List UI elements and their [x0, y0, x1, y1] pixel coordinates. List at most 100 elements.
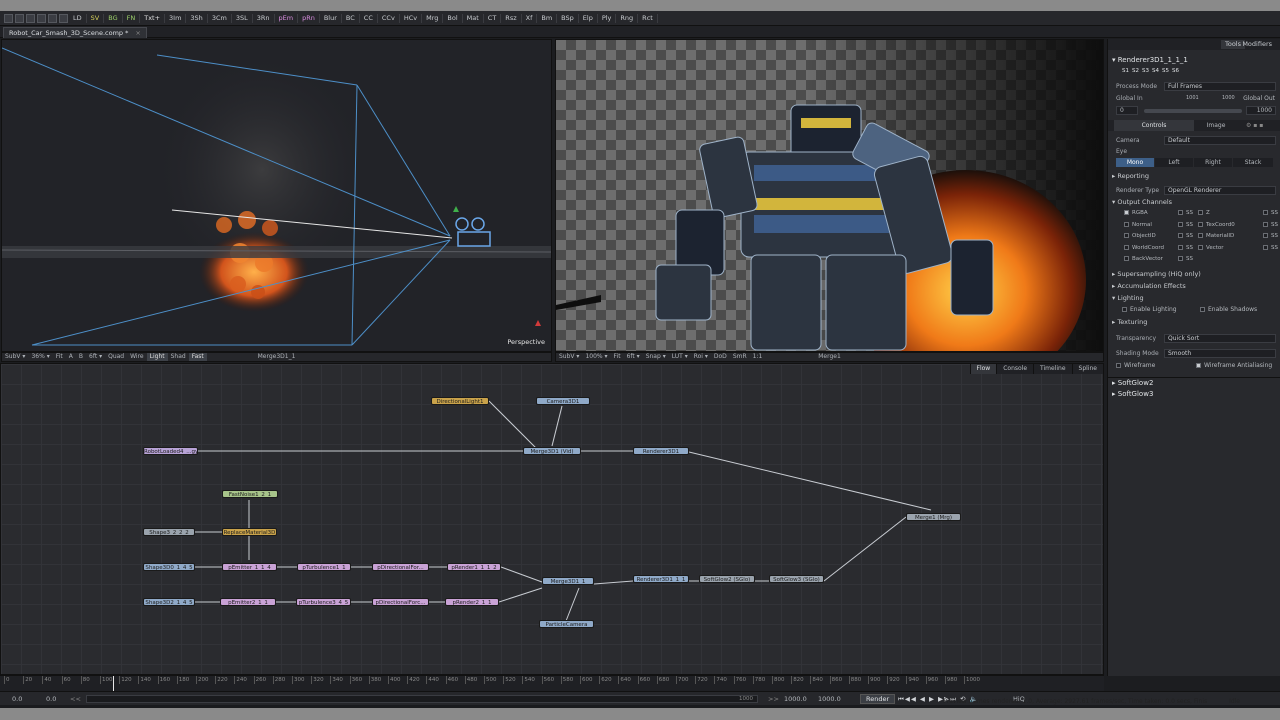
global-in-field[interactable]: 0	[1116, 106, 1138, 115]
wireframe-antialiasing-checkbox[interactable]: Wireframe Antialiasing	[1196, 360, 1272, 371]
channel-checkbox[interactable]: TexCoord0	[1198, 220, 1235, 230]
document-tab[interactable]: Robot_Car_Smash_3D_Scene.comp * ×	[3, 27, 147, 38]
toolbar-button[interactable]: Xf	[522, 13, 538, 23]
slot-button[interactable]: S1	[1122, 68, 1129, 74]
toolbar-button[interactable]: Elp	[579, 13, 598, 23]
enable-shadows-checkbox[interactable]: Enable Shadows	[1200, 304, 1257, 315]
toolbar-button[interactable]: FN	[123, 13, 141, 23]
flow-node[interactable]: pEmitter2_1_1	[220, 598, 276, 606]
settings-gear-icon[interactable]: ⚙ ▪ ▪	[1246, 120, 1263, 131]
toolbar-button[interactable]: Bol	[443, 13, 463, 23]
channel-checkbox[interactable]: SS	[1178, 231, 1193, 241]
flow-node[interactable]: DirectionalLight1	[431, 397, 489, 405]
channel-checkbox[interactable]: SS	[1263, 208, 1278, 218]
toolbar-icon[interactable]	[48, 13, 57, 23]
flow-node[interactable]: Merge1 (Mrg)	[906, 513, 961, 521]
channel-checkbox[interactable]: MaterialID	[1198, 231, 1234, 241]
process-mode-select[interactable]: Full Frames	[1164, 82, 1276, 91]
eye-right-button[interactable]: Right	[1194, 158, 1232, 167]
close-icon[interactable]: ×	[135, 29, 140, 37]
node-editor-tab[interactable]: Timeline	[1033, 364, 1072, 374]
eye-left-button[interactable]: Left	[1155, 158, 1193, 167]
toolbar-button[interactable]: SV	[87, 13, 105, 23]
flow-node[interactable]: Merge3D1_1	[542, 577, 594, 585]
flow-node[interactable]: SoftGlow2 (SGlo)	[699, 575, 755, 583]
toolbar-button[interactable]: HCv	[400, 13, 423, 23]
global-end-field[interactable]: 1000.0	[818, 692, 841, 706]
softglow3-tool-header[interactable]: ▸ SoftGlow3	[1108, 389, 1280, 400]
eye-mono-button[interactable]: Mono	[1116, 158, 1154, 167]
toolbar-button[interactable]: pEm	[275, 13, 299, 23]
flow-node[interactable]: pDirectionalForc...	[372, 598, 429, 606]
forward-icon[interactable]: >>	[768, 692, 779, 706]
flow-node[interactable]: pRender1_1_1_2	[447, 563, 501, 571]
flow-node[interactable]: Shape3D0_1_4_5	[143, 563, 195, 571]
flow-node[interactable]: RobotLoaded4_...gy	[143, 447, 198, 455]
channel-checkbox[interactable]: SS	[1178, 243, 1193, 253]
render-start-field[interactable]: 0.0	[46, 692, 56, 706]
flow-node[interactable]: Renderer3D1	[633, 447, 689, 455]
channel-checkbox[interactable]: SS	[1263, 231, 1278, 241]
channel-checkbox[interactable]: RGBA	[1124, 208, 1148, 218]
reporting-section[interactable]: ▸ Reporting	[1108, 171, 1280, 182]
toolbar-icon[interactable]	[4, 13, 13, 23]
toolbar-button[interactable]: 3Im	[165, 13, 187, 23]
render-end-field[interactable]: 1000.0	[784, 692, 807, 706]
viewer-left[interactable]: Perspective	[1, 39, 552, 352]
toolbar-button[interactable]: BG	[104, 13, 123, 23]
flow-node[interactable]: Shape3D2_1_4_5	[143, 598, 195, 606]
flow-node[interactable]: Shape3_2_2_2	[143, 528, 195, 536]
toolbar-icon[interactable]	[26, 13, 35, 23]
toolbar-button[interactable]: Mrg	[422, 13, 444, 23]
toolbar-button[interactable]: Bm	[537, 13, 558, 23]
flow-node[interactable]: FastNoise1_2_1	[222, 490, 278, 498]
slot-button[interactable]: S4	[1152, 68, 1159, 74]
channel-checkbox[interactable]: WorldCoord	[1124, 243, 1164, 253]
flow-node[interactable]: pEmitter_1_1_4	[222, 563, 277, 571]
tab-image[interactable]: Image	[1196, 120, 1236, 131]
channel-checkbox[interactable]: SS	[1178, 208, 1193, 218]
enable-lighting-checkbox[interactable]: Enable Lighting	[1122, 304, 1177, 315]
toolbar-button[interactable]: Rng	[616, 13, 639, 23]
flow-node[interactable]: Renderer3D1_1_1	[633, 575, 689, 583]
flow-node[interactable]: Camera3D1	[536, 397, 590, 405]
channel-checkbox[interactable]: Z	[1198, 208, 1210, 218]
channel-checkbox[interactable]: SS	[1263, 220, 1278, 230]
toolbar-icon[interactable]	[37, 13, 46, 23]
channel-checkbox[interactable]: SS	[1178, 220, 1193, 230]
accumulation-section[interactable]: ▸ Accumulation Effects	[1108, 281, 1280, 292]
slot-button[interactable]: S2	[1132, 68, 1139, 74]
slot-button[interactable]: S6	[1172, 68, 1179, 74]
toolbar-button[interactable]: Blur	[320, 13, 342, 23]
channel-checkbox[interactable]: BackVector	[1124, 254, 1163, 264]
toolbar-button[interactable]: Rct	[638, 13, 658, 23]
timeline-ruler[interactable]: 0 20 40 60 80 100 120 140 160 180 200 220 240 260 280 3…	[0, 675, 1104, 691]
shading-mode-select[interactable]: Smooth	[1164, 349, 1276, 358]
channel-checkbox[interactable]: SS	[1178, 254, 1193, 264]
toolbar-button[interactable]: Ply	[598, 13, 617, 23]
texturing-section[interactable]: ▸ Texturing	[1108, 317, 1280, 328]
wireframe-checkbox[interactable]: Wireframe	[1116, 360, 1155, 371]
toolbar-button[interactable]: 3Sh	[186, 13, 208, 23]
global-start-field[interactable]: 0.0	[12, 692, 22, 706]
playhead[interactable]	[113, 676, 114, 691]
toolbar-icon[interactable]	[59, 13, 68, 23]
toolbar-button[interactable]: CT	[484, 13, 502, 23]
flow-node[interactable]: pTurbulence1_1	[297, 563, 351, 571]
toolbar-button[interactable]: LD	[69, 13, 87, 23]
toolbar-button[interactable]: Mat	[463, 13, 484, 23]
toolbar-button[interactable]: 3SL	[232, 13, 253, 23]
channel-checkbox[interactable]: Vector	[1198, 243, 1224, 253]
softglow2-tool-header[interactable]: ▸ SoftGlow2	[1108, 377, 1280, 388]
slot-button[interactable]: S5	[1162, 68, 1169, 74]
flow-node[interactable]: pDirectionalFor...	[372, 563, 429, 571]
flow-node[interactable]: Merge3D1 (Vid)	[523, 447, 581, 455]
channel-checkbox[interactable]: SS	[1263, 243, 1278, 253]
slot-button[interactable]: S3	[1142, 68, 1149, 74]
render-button[interactable]: Render	[860, 694, 896, 704]
global-range-slider[interactable]	[1144, 109, 1242, 113]
toolbar-icon[interactable]	[15, 13, 24, 23]
node-editor-tab[interactable]: Flow	[969, 364, 997, 374]
flow-node[interactable]: pRender2_1_1	[445, 598, 499, 606]
toolbar-button[interactable]: pRn	[298, 13, 320, 23]
